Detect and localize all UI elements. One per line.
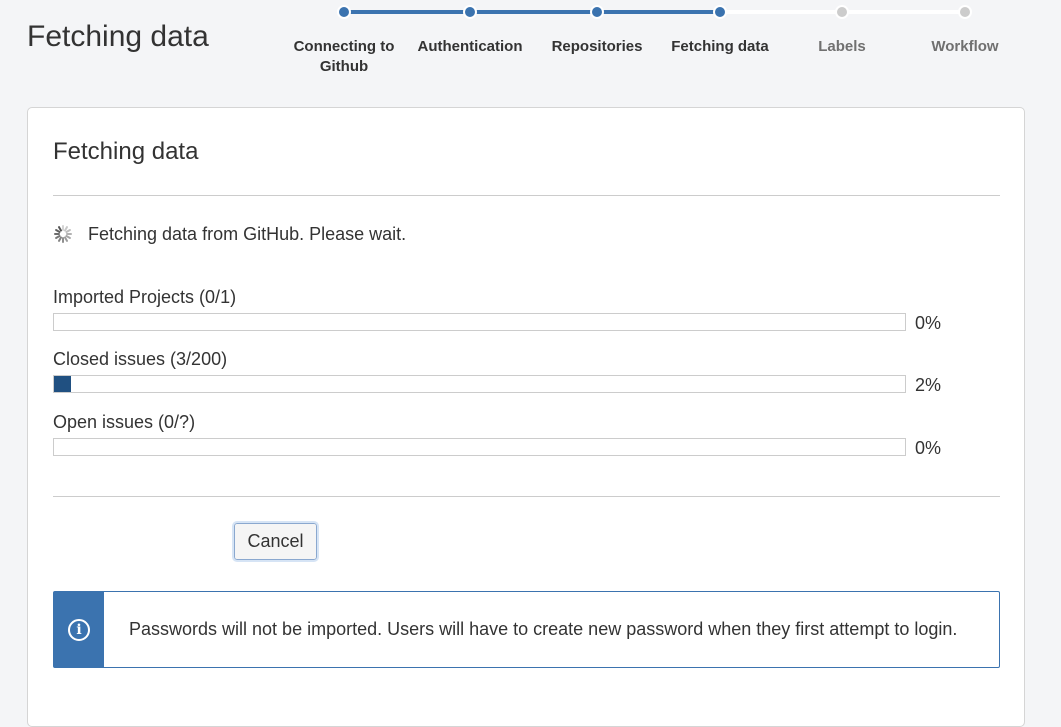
step-workflow: Workflow [900,5,1030,57]
divider [53,496,1000,497]
progress-label: Closed issues (3/200) [53,349,228,369]
step-labels: Labels [777,5,907,57]
divider [53,195,1000,196]
progress-bar-fill [54,375,72,392]
step-label: Fetching data [671,38,769,55]
step-label: Labels [818,38,866,55]
step-authentication: Authentication [405,5,535,57]
step-dot [958,5,972,19]
panel-heading: Fetching data [53,138,199,165]
progress-bar [53,374,906,393]
status-text: Fetching data from GitHub. Please wait. [88,223,407,244]
progress-percent: 0% [915,313,942,333]
progress-open-issues: Open issues (0/?) 0% [53,411,1000,458]
fetch-panel: Fetching data Fetching data from GitHub.… [27,107,1025,727]
step-label: Connecting to Github [293,38,395,75]
step-dot [590,5,604,19]
step-label: Repositories [551,38,643,55]
step-dot [713,5,727,19]
step-connecting: Connecting to Github [279,5,409,77]
progress-label: Imported Projects (0/1) [53,287,237,307]
progress-bar [53,312,906,331]
step-repositories: Repositories [532,5,662,57]
spinner-icon [53,224,73,244]
info-icon: i [68,618,90,641]
step-label: Authentication [417,38,523,55]
progress-closed-issues: Closed issues (3/200) 2% [53,348,1000,395]
progress-bar [53,437,906,456]
cancel-button[interactable]: Cancel [232,521,319,562]
info-notice: i Passwords will not be imported. Users … [53,591,1000,668]
info-notice-sidebar: i [54,592,104,667]
step-fetching-data: Fetching data [655,5,785,57]
progress-label: Open issues (0/?) [53,412,196,432]
step-dot [337,5,351,19]
step-dot [835,5,849,19]
status-row: Fetching data from GitHub. Please wait. [53,222,406,246]
info-notice-text: Passwords will not be imported. Users wi… [129,619,958,639]
spinner-spoke [62,237,64,243]
progress-imported-projects: Imported Projects (0/1) 0% [53,286,1000,333]
progress-tracker: Connecting to Github Authentication Repo… [0,0,1061,90]
progress-percent: 2% [915,375,942,395]
progress-percent: 0% [915,438,942,458]
step-dot [463,5,477,19]
step-label: Workflow [931,38,999,55]
